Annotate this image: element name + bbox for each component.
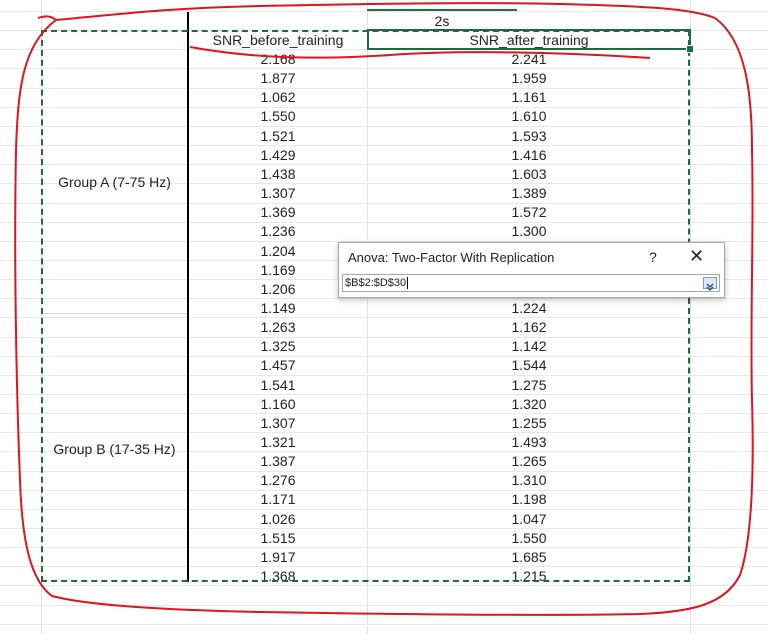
row-gridline	[0, 624, 768, 625]
text-caret	[407, 277, 408, 289]
dialog-title: Anova: Two-Factor With Replication	[348, 250, 555, 265]
copy-marquee	[41, 30, 690, 582]
row-gridline	[0, 605, 768, 606]
input-range-value: $B$2:$D$30	[345, 277, 407, 289]
input-range-field[interactable]: $B$2:$D$30	[342, 274, 720, 292]
collapse-dialog-icon[interactable]	[703, 277, 717, 291]
close-icon[interactable]: ✕	[689, 246, 704, 267]
fill-handle[interactable]	[686, 45, 694, 53]
active-cell[interactable]	[367, 29, 691, 50]
spreadsheet-grid[interactable]: 2s SNR_before_training SNR_after_trainin…	[0, 0, 768, 634]
help-icon[interactable]: ?	[649, 249, 657, 265]
header-2s-cell[interactable]: 2s	[367, 12, 517, 30]
anova-dialog[interactable]: Anova: Two-Factor With Replication ? ✕ $…	[338, 242, 725, 298]
header-border	[367, 9, 517, 11]
